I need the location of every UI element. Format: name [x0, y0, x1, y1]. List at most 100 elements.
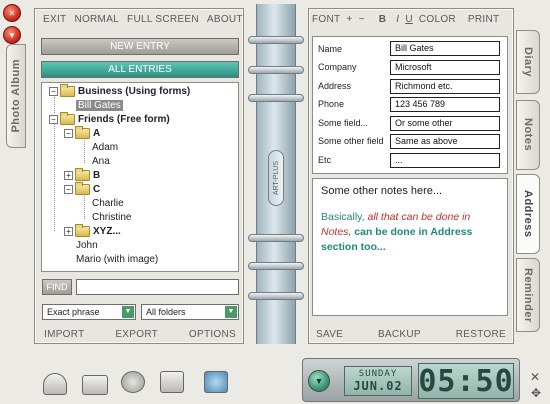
company-field[interactable]: Microsoft [390, 60, 500, 75]
tree-node-mario[interactable]: Mario (with image) [76, 253, 158, 266]
binder-ring [248, 292, 304, 300]
bold-button[interactable]: B [379, 14, 387, 25]
calculator-icon[interactable] [82, 375, 108, 395]
phone-label: Phone [318, 99, 345, 109]
notes-line-1: Some other notes here... [321, 185, 443, 197]
font-button[interactable]: FONT [312, 14, 340, 25]
tree-node-charlie[interactable]: Charlie [92, 197, 124, 210]
node-label: Mario (with image) [76, 254, 159, 265]
tree-node-christine[interactable]: Christine [92, 211, 131, 224]
italic-button[interactable]: I [396, 14, 399, 25]
collapse-icon[interactable]: − [49, 87, 58, 96]
move-icon[interactable]: ✥ [531, 386, 541, 400]
etc-label: Etc [318, 155, 332, 165]
tree-node-john[interactable]: John [76, 239, 98, 252]
some-field-value: Or some other [395, 118, 453, 128]
tree-node-business[interactable]: − Business (Using forms) [49, 84, 190, 98]
tree-line [54, 121, 55, 231]
network-icon[interactable] [121, 371, 145, 393]
exit-button[interactable]: EXIT [43, 14, 66, 25]
close-icon[interactable]: ✕ [3, 4, 21, 22]
new-entry-button[interactable]: NEW ENTRY [41, 38, 239, 55]
tree-node-b[interactable]: + B [64, 168, 101, 182]
restore-button[interactable]: RESTORE [456, 329, 506, 340]
binder-ring [248, 66, 304, 74]
node-label: A [93, 128, 101, 139]
node-label: John [76, 240, 98, 251]
font-decrease-button[interactable]: − [359, 14, 365, 25]
address-label: Address [318, 81, 352, 91]
tab-address[interactable]: Address [516, 174, 540, 254]
binder-ring [248, 262, 304, 270]
save-button[interactable]: SAVE [316, 329, 343, 340]
notes-area[interactable]: Some other notes here... Basically, all … [312, 178, 508, 316]
options-button[interactable]: OPTIONS [189, 329, 236, 340]
collapse-icon[interactable]: − [64, 185, 73, 194]
collapse-icon[interactable]: − [49, 115, 58, 124]
time-text: 05:50 [418, 363, 514, 399]
folder-icon [75, 168, 90, 181]
color-button[interactable]: COLOR [419, 14, 456, 25]
export-button[interactable]: EXPORT [115, 329, 158, 340]
computer-icon[interactable] [160, 371, 184, 393]
tab-photo-album[interactable]: Photo Album [6, 44, 26, 148]
tree-node-xyz[interactable]: + XYZ... [64, 224, 121, 238]
collapse-icon[interactable]: − [64, 129, 73, 138]
node-label: Ana [92, 156, 110, 167]
name-field[interactable]: Bill Gates [390, 41, 500, 56]
underline-button[interactable]: U [405, 14, 413, 25]
left-toolbar: EXIT NORMAL FULL SCREEN ABOUT [43, 14, 243, 25]
phone-value: 123 456 789 [395, 99, 446, 109]
some-other-field-input[interactable]: Same as above [390, 134, 500, 149]
tree-node-adam[interactable]: Adam [92, 141, 118, 154]
tab-diary[interactable]: Diary [516, 30, 540, 94]
expand-icon[interactable]: + [64, 171, 73, 180]
tree-node-a[interactable]: − A [64, 126, 101, 140]
node-label: B [93, 170, 101, 181]
address-value: Richmond etc. [395, 81, 453, 91]
tree-node-friends[interactable]: − Friends (Free form) [49, 112, 170, 126]
normal-button[interactable]: NORMAL [74, 14, 119, 25]
chevron-down-icon[interactable]: ▼ [225, 306, 237, 318]
notes-basically: Basically, [321, 211, 365, 223]
company-label: Company [318, 62, 357, 72]
phone-icon[interactable] [43, 373, 67, 395]
expand-icon[interactable]: + [64, 227, 73, 236]
etc-value: ... [395, 155, 403, 165]
etc-field[interactable]: ... [390, 153, 500, 168]
tree-node-ana[interactable]: Ana [92, 155, 110, 168]
name-label: Name [318, 44, 343, 54]
chevron-down-icon[interactable]: ▼ [122, 306, 134, 318]
dropdown-icon[interactable]: ▼ [308, 370, 330, 392]
print-button[interactable]: PRINT [468, 14, 500, 25]
folder-select[interactable]: All folders ▼ [141, 304, 239, 320]
font-increase-button[interactable]: + [346, 14, 352, 25]
find-button[interactable]: FIND [42, 279, 72, 295]
minimize-icon[interactable]: ▼ [3, 26, 21, 44]
company-value: Microsoft [395, 62, 432, 72]
all-entries-button[interactable]: ALL ENTRIES [41, 61, 239, 78]
find-input[interactable] [76, 279, 239, 295]
time-display: 05:50 [418, 363, 514, 399]
node-label: XYZ... [93, 226, 121, 237]
tab-notes[interactable]: Notes [516, 100, 540, 170]
tree-node-c[interactable]: − C [64, 182, 100, 196]
tree-node-bill-gates[interactable]: Bill Gates [76, 99, 123, 112]
address-field[interactable]: Richmond etc. [390, 79, 500, 94]
backup-button[interactable]: BACKUP [378, 329, 421, 340]
match-select[interactable]: Exact phrase ▼ [42, 304, 136, 320]
entries-tree[interactable]: − Business (Using forms) Bill Gates − Fr… [41, 82, 239, 272]
import-button[interactable]: IMPORT [44, 329, 85, 340]
day-text: SUNDAY [358, 369, 398, 379]
tab-reminder[interactable]: Reminder [516, 258, 540, 332]
full-screen-button[interactable]: FULL SCREEN [127, 14, 199, 25]
folder-icon [75, 224, 90, 237]
right-toolbar: FONT + − B I U COLOR PRINT [312, 14, 499, 25]
node-label: Charlie [92, 198, 124, 209]
about-button[interactable]: ABOUT [207, 14, 243, 25]
phone-field[interactable]: 123 456 789 [390, 97, 500, 112]
some-field-input[interactable]: Or some other [390, 116, 500, 131]
window-close-icon[interactable]: ✕ [530, 370, 540, 384]
folder-icon [60, 84, 75, 97]
world-network-icon[interactable] [204, 371, 228, 393]
